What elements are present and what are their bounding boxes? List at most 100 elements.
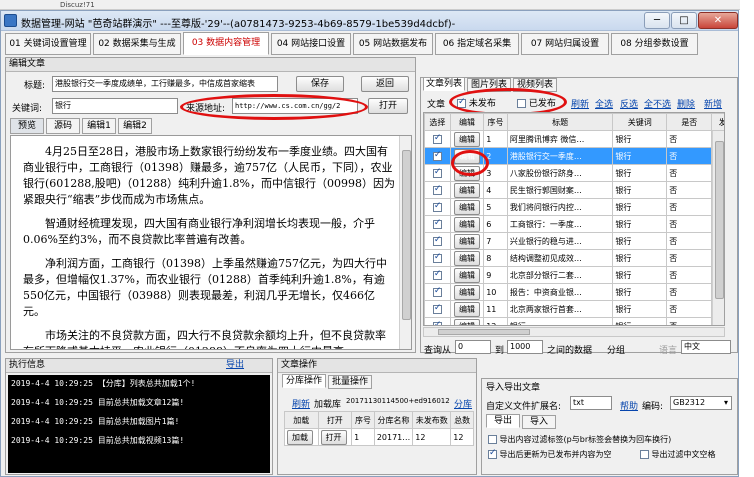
preview-editor[interactable]: 4月25日至28日，港股市场上数家银行纷纷发布一季度业绩。四大国有商业银行中，工… xyxy=(10,135,412,350)
tab-interface[interactable]: 04 网站接口设置 xyxy=(271,33,351,55)
row-edit-button[interactable]: 编辑 xyxy=(454,318,481,325)
editor-tab-edit1[interactable]: 编辑1 xyxy=(82,118,116,134)
tab-keywords[interactable]: 01 关键词设置管理 xyxy=(5,33,91,55)
row-checkbox[interactable] xyxy=(432,218,442,229)
row-checkbox[interactable] xyxy=(432,252,442,263)
export-option-checkbox[interactable] xyxy=(640,450,649,459)
export-option-checkbox[interactable] xyxy=(488,448,497,459)
editor-tab-edit2[interactable]: 编辑2 xyxy=(118,118,152,134)
col-edit: 编辑 xyxy=(449,113,485,131)
suffix-input[interactable]: txt xyxy=(570,396,612,410)
table-row[interactable]: 编辑9北京部分银行二套…银行否 xyxy=(424,266,724,284)
unselect-all-link[interactable]: 全不选 xyxy=(644,97,671,110)
row-checkbox[interactable] xyxy=(432,184,442,195)
minimize-button[interactable]: ─ xyxy=(644,12,670,29)
list-hscrollbar[interactable] xyxy=(423,327,725,337)
table-row[interactable]: 编辑8结构调整初见成效…银行否 xyxy=(424,249,724,267)
table-row[interactable]: 编辑11北京两家银行首套…银行否 xyxy=(424,300,724,318)
table-row[interactable]: 编辑4民生银行郭国财案…银行否 xyxy=(424,181,724,199)
tab-articles[interactable]: 文章列表 xyxy=(423,77,465,91)
tab-export[interactable]: 导出 xyxy=(486,414,520,428)
ops-refresh-link[interactable]: 刷新 xyxy=(292,397,310,410)
library-row[interactable]: 加载 打开 1 20171… 12 12 xyxy=(284,428,474,446)
row-checkbox[interactable] xyxy=(432,201,442,212)
editor-tab-source[interactable]: 源码 xyxy=(46,118,80,134)
row-edit-button[interactable]: 编辑 xyxy=(454,131,481,147)
row-flag: 否 xyxy=(666,164,713,182)
split-library-link[interactable]: 分库 xyxy=(454,397,472,410)
close-button[interactable]: ✕ xyxy=(698,12,738,29)
tab-publish[interactable]: 05 网站数据发布 xyxy=(353,33,433,55)
row-edit-button[interactable]: 编辑 xyxy=(454,233,481,249)
export-option-label: 导出后更新为已发布并内容为空 xyxy=(499,450,612,459)
row-edit-button[interactable]: 编辑 xyxy=(454,199,481,215)
row-edit-button[interactable]: 编辑 xyxy=(454,182,481,198)
scroll-thumb[interactable] xyxy=(402,150,411,320)
tab-domain[interactable]: 06 指定域名采集 xyxy=(435,33,519,55)
row-checkbox[interactable] xyxy=(432,133,442,144)
row-checkbox[interactable] xyxy=(432,303,442,314)
encoding-select[interactable]: GB2312 ▾ xyxy=(670,396,732,410)
open-button[interactable]: 打开 xyxy=(368,98,408,114)
row-keyword: 银行 xyxy=(612,300,668,318)
tab-split-ops[interactable]: 分库操作 xyxy=(282,374,326,388)
window-title: 数据管理-网站 "芭奇站群演示" ---至尊版-'29'--(a0781473-… xyxy=(21,19,456,30)
table-row[interactable]: 编辑10报告：中资商业银…银行否 xyxy=(424,283,724,301)
row-checkbox[interactable] xyxy=(432,150,442,161)
load-button[interactable]: 加载 xyxy=(287,429,313,445)
row-edit-button[interactable]: 编辑 xyxy=(454,301,481,317)
row-edit-button[interactable]: 编辑 xyxy=(454,267,481,283)
table-row[interactable]: 编辑6工商银行：一季度…银行否 xyxy=(424,215,724,233)
row-edit-button[interactable]: 编辑 xyxy=(454,284,481,300)
title-input[interactable]: 港股银行交一季度成绩单，工行赚最多，中信成首家缩表 xyxy=(52,76,278,92)
range-to-input[interactable]: 1000 xyxy=(507,340,543,354)
row-checkbox[interactable] xyxy=(432,235,442,246)
table-row[interactable]: 编辑5我们将问银行内控…银行否 xyxy=(424,198,724,216)
select-all-link[interactable]: 全选 xyxy=(595,97,613,110)
hscroll-thumb[interactable] xyxy=(438,329,530,335)
tab-group[interactable]: 08 分组参数设置 xyxy=(611,33,698,55)
row-edit-button[interactable]: 编辑 xyxy=(454,250,481,266)
invert-selection-link[interactable]: 反选 xyxy=(620,97,638,110)
table-row[interactable]: 编辑1阿里腾讯博弈 微信…银行否 xyxy=(424,130,724,148)
tab-collect[interactable]: 02 数据采集与生成 xyxy=(93,33,181,55)
row-checkbox[interactable] xyxy=(432,320,442,325)
tab-import[interactable]: 导入 xyxy=(522,415,556,429)
range-from-input[interactable]: 0 xyxy=(455,340,491,354)
export-option-update[interactable]: 导出后更新为已发布并内容为空 xyxy=(488,448,612,460)
table-row[interactable]: 编辑7兴业银行的稳与进…银行否 xyxy=(424,232,724,250)
save-button[interactable]: 保存 xyxy=(296,76,344,92)
row-keyword: 银行 xyxy=(612,249,668,267)
background-window-strip xyxy=(740,0,754,477)
back-button[interactable]: 返回 xyxy=(361,76,409,92)
row-checkbox[interactable] xyxy=(432,269,442,280)
language-select[interactable]: 中文 xyxy=(681,340,731,354)
export-option-checkbox[interactable] xyxy=(488,435,497,444)
editor-tab-preview[interactable]: 预览 xyxy=(10,118,44,134)
row-no: 8 xyxy=(483,249,508,267)
tab-batch-ops[interactable]: 批量操作 xyxy=(328,375,372,389)
tab-content[interactable]: 03 数据内容管理 xyxy=(183,32,269,55)
row-no: 5 xyxy=(483,198,508,216)
title-bar: 数据管理-网站 "芭奇站群演示" ---至尊版-'29'--(a0781473-… xyxy=(1,11,738,31)
row-edit-button[interactable]: 编辑 xyxy=(454,216,481,232)
row-no: 10 xyxy=(483,283,508,301)
open-library-button[interactable]: 打开 xyxy=(320,429,347,445)
new-link[interactable]: 新增 xyxy=(704,97,722,110)
editor-scrollbar[interactable] xyxy=(399,136,411,349)
export-option-space[interactable]: 导出过滤中文空格 xyxy=(640,449,716,460)
export-option-filter[interactable]: 导出内容过滤标签(p与br标签会替换为回车换行) xyxy=(488,434,671,445)
log-export-link[interactable]: 导出 xyxy=(226,359,244,372)
keyword-input[interactable]: 银行 xyxy=(52,98,178,114)
maximize-button[interactable]: □ xyxy=(671,12,697,29)
delete-link[interactable]: 删除 xyxy=(677,97,695,110)
row-checkbox[interactable] xyxy=(432,286,442,297)
taskbar-text: Discuz!71 xyxy=(60,1,95,9)
row-checkbox[interactable] xyxy=(432,167,442,178)
refresh-link[interactable]: 刷新 xyxy=(571,97,589,110)
help-link[interactable]: 帮助 xyxy=(620,399,638,412)
list-scroll-thumb[interactable] xyxy=(715,141,724,299)
tab-ownership[interactable]: 07 网站归属设置 xyxy=(521,33,609,55)
table-row[interactable]: 编辑12银行…银行否 xyxy=(424,317,724,325)
list-scrollbar[interactable] xyxy=(712,131,724,325)
